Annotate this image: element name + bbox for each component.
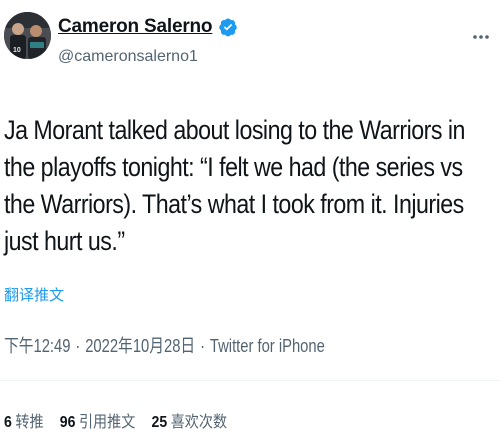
divider xyxy=(0,380,500,381)
verified-badge-icon xyxy=(218,17,238,37)
likes-count: 25 xyxy=(151,414,168,431)
author-handle[interactable]: @cameronsalerno1 xyxy=(58,48,198,66)
tweet-text: Ja Morant talked about losing to the War… xyxy=(4,115,465,256)
quotes-label: 引用推文 xyxy=(78,414,136,431)
quotes-stat[interactable]: 96 引用推文 xyxy=(60,414,136,431)
retweets-stat[interactable]: 6 转推 xyxy=(4,414,44,431)
meta-separator: · xyxy=(75,336,81,356)
retweets-count: 6 xyxy=(4,414,12,431)
avatar-jersey-number: 10 xyxy=(13,47,21,54)
tweet-header: 10 Cameron Salerno @cameronsalerno1 xyxy=(0,0,500,80)
more-options-icon[interactable] xyxy=(472,28,490,40)
likes-label: 喜欢次数 xyxy=(170,414,228,431)
likes-stat[interactable]: 25 喜欢次数 xyxy=(152,414,228,431)
meta-separator: · xyxy=(200,336,206,356)
avatar[interactable]: 10 xyxy=(4,12,51,59)
avatar-photo: 10 xyxy=(4,12,51,59)
tweet-date[interactable]: 2022年10月28日 xyxy=(85,336,195,356)
tweet-stats: 6 转推 96 引用推文 25 喜欢次数 xyxy=(4,408,239,432)
retweets-label: 转推 xyxy=(15,414,44,431)
tweet-meta: 下午12:49 · 2022年10月28日 · Twitter for iPhone xyxy=(4,332,325,358)
quotes-count: 96 xyxy=(59,414,76,431)
translate-tweet-link[interactable]: 翻译推文 xyxy=(4,284,64,305)
tweet-card: 10 Cameron Salerno @cameronsalerno1 Ja M… xyxy=(0,0,500,440)
author-display-name[interactable]: Cameron Salerno xyxy=(58,16,213,38)
tweet-time[interactable]: 下午12:49 xyxy=(4,336,70,356)
tweet-source[interactable]: Twitter for iPhone xyxy=(210,336,325,356)
author-name-row: Cameron Salerno xyxy=(58,14,238,40)
